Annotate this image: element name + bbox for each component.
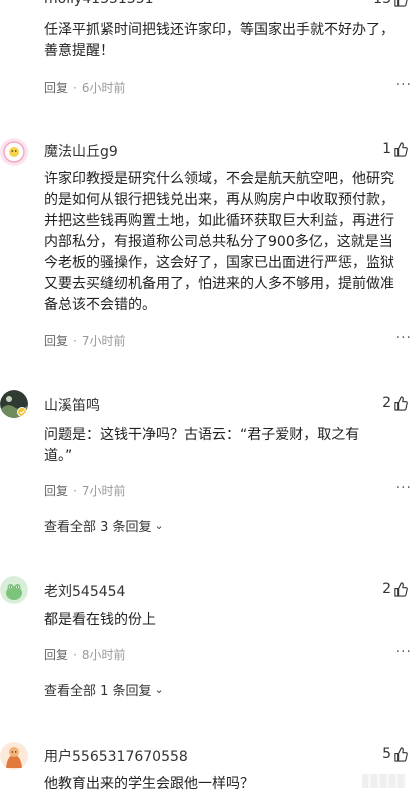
comment-text-line: 他教育出来的学生会跟他一样吗？ (44, 776, 254, 792)
comment-text-line: 内部私分，有报道称公司总共私分了900多亿，这就是当 (44, 234, 393, 250)
comment-meta: 回复 · 8小时前 (44, 646, 125, 663)
like-button[interactable]: 2 (382, 395, 408, 411)
like-count: 1 (382, 141, 391, 157)
reply-button[interactable]: 回复 (44, 332, 68, 349)
like-count: 13 (373, 0, 391, 7)
comment-text-line: 并把这些钱再购置土地，如此循环获取巨大利益，再进行 (44, 213, 394, 229)
thumbs-up-icon (393, 581, 408, 597)
comment-time: 7小时前 (81, 484, 126, 498)
comment-meta: 回复 · 6小时前 (44, 79, 125, 96)
thumbs-up-icon (393, 141, 408, 157)
avatar[interactable] (0, 390, 28, 418)
thumbs-up-icon (393, 395, 408, 411)
separator-dot: · (73, 80, 77, 95)
comment-text-line: 善意提醒！ (44, 43, 114, 59)
comment-text-line: 道。” (44, 448, 73, 464)
comment-text-line: 任泽平抓紧时间把钱还许家印，等国家出手就不好办了， (44, 22, 394, 38)
like-button[interactable]: 13 (373, 0, 408, 7)
thumbs-up-icon (393, 746, 408, 762)
comment-text-line: 许家印教授是研究什么领域，不会是航天航空吧，他研究 (44, 171, 394, 187)
comment-username[interactable]: molly41351351 (44, 0, 154, 7)
avatar[interactable] (0, 742, 28, 770)
view-all-replies-button[interactable]: 查看全部 3 条回复 ⌄ (44, 516, 164, 535)
comment-text: 问题是：这钱干净吗？古语云：“君子爱财，取之有 道。” (44, 425, 412, 467)
more-dots-icon[interactable]: ··· (396, 644, 412, 660)
comment-text-line: 今老板的骚操作，这会好了，国家已出面进行严惩，监狱 (44, 255, 394, 271)
like-button[interactable]: 5 (382, 746, 408, 762)
more-dots-icon[interactable]: ··· (396, 330, 412, 346)
watermark (362, 774, 406, 788)
comment-time: 7小时前 (81, 334, 126, 348)
comment-text-line: 又要去买缝纫机备用了，怕进来的人多不够用，提前做准 (44, 276, 394, 292)
view-all-replies-button[interactable]: 查看全部 1 条回复 ⌄ (44, 680, 164, 699)
comment-time: 6小时前 (81, 81, 126, 95)
thumbs-up-icon (393, 0, 408, 7)
comment-text-line: 的是如何从银行把钱兑出来，再从购房户中收取预付款， (44, 192, 394, 208)
comment-username[interactable]: 山溪笛鸣 (44, 395, 100, 415)
like-count: 2 (382, 581, 391, 597)
comment-text: 任泽平抓紧时间把钱还许家印，等国家出手就不好办了， 善意提醒！ (44, 20, 412, 62)
comment-text-line: 备总该不会错的。 (44, 297, 156, 313)
reply-button[interactable]: 回复 (44, 79, 68, 96)
comment-text: 他教育出来的学生会跟他一样吗？ (44, 774, 412, 795)
avatar[interactable] (0, 138, 28, 166)
chevron-down-icon: ⌄ (154, 683, 164, 696)
separator-dot: · (73, 647, 77, 662)
comment-time: 8小时前 (81, 648, 126, 662)
comment-meta: 回复 · 7小时前 (44, 332, 125, 349)
view-replies-label: 查看全部 1 条回复 (44, 684, 152, 699)
comment-text: 都是看在钱的份上 (44, 610, 412, 631)
comment-text: 许家印教授是研究什么领域，不会是航天航空吧，他研究 的是如何从银行把钱兑出来，再… (44, 169, 412, 316)
comment-username[interactable]: 魔法山丘g9 (44, 141, 118, 161)
comment-meta: 回复 · 7小时前 (44, 482, 125, 499)
chevron-down-icon: ⌄ (154, 519, 164, 532)
comment-text-line: 问题是：这钱干净吗？古语云：“君子爱财，取之有 (44, 427, 360, 443)
like-count: 2 (382, 395, 391, 411)
like-button[interactable]: 2 (382, 581, 408, 597)
like-button[interactable]: 1 (382, 141, 408, 157)
comment-text-line: 都是看在钱的份上 (44, 612, 156, 628)
more-dots-icon[interactable]: ··· (396, 480, 412, 496)
avatar[interactable] (0, 576, 28, 604)
reply-button[interactable]: 回复 (44, 646, 68, 663)
comment-username[interactable]: 老刘545454 (44, 581, 125, 601)
view-replies-label: 查看全部 3 条回复 (44, 520, 152, 535)
comment-username[interactable]: 用户5565317670558 (44, 746, 188, 766)
separator-dot: · (73, 483, 77, 498)
reply-button[interactable]: 回复 (44, 482, 68, 499)
separator-dot: · (73, 333, 77, 348)
like-count: 5 (382, 746, 391, 762)
more-dots-icon[interactable]: ··· (396, 77, 412, 93)
